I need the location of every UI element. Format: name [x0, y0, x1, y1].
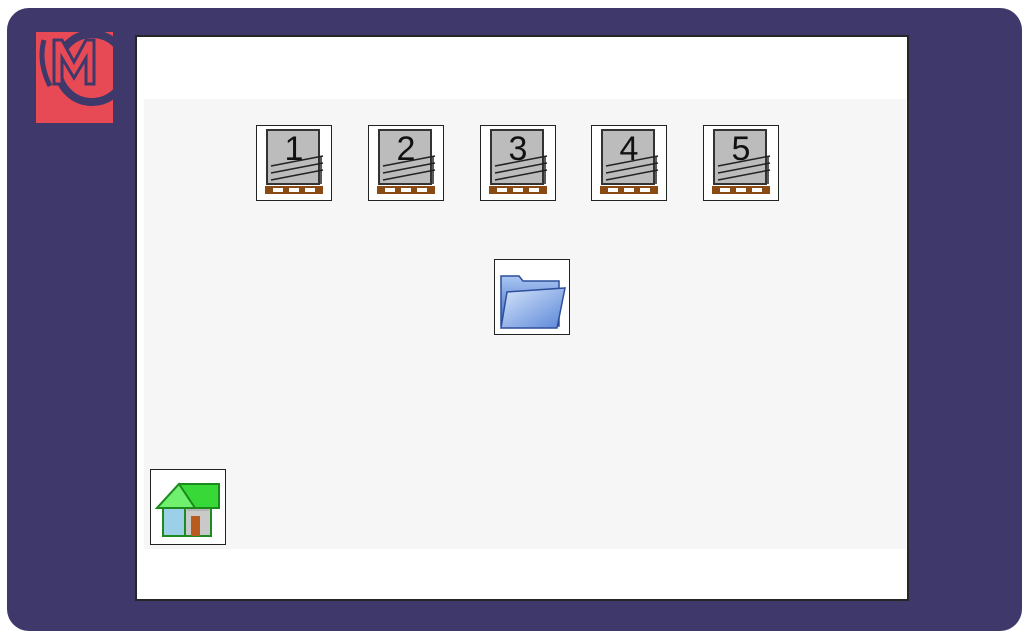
program-button-1[interactable]: 1: [256, 125, 332, 201]
brand-logo: [36, 32, 113, 123]
program-button-3[interactable]: 3: [480, 125, 556, 201]
program-button-5[interactable]: 5: [703, 125, 779, 201]
home-icon: [154, 482, 220, 537]
program-number-label: 2: [397, 130, 416, 168]
rack-pallet-icon: 3: [489, 129, 548, 194]
open-folder-button[interactable]: [494, 259, 570, 335]
program-number-label: 5: [732, 130, 751, 168]
program-number-label: 3: [509, 130, 528, 168]
program-button-2[interactable]: 2: [368, 125, 444, 201]
rack-pallet-icon: 4: [600, 129, 659, 194]
program-button-4[interactable]: 4: [591, 125, 667, 201]
program-number-label: 1: [285, 130, 304, 168]
program-number-label: 4: [620, 130, 639, 168]
rack-pallet-icon: 1: [265, 129, 324, 194]
folder-icon: [500, 275, 566, 329]
rack-pallet-icon: 2: [377, 129, 436, 194]
home-button[interactable]: [150, 469, 226, 545]
rack-pallet-icon: 5: [712, 129, 771, 194]
